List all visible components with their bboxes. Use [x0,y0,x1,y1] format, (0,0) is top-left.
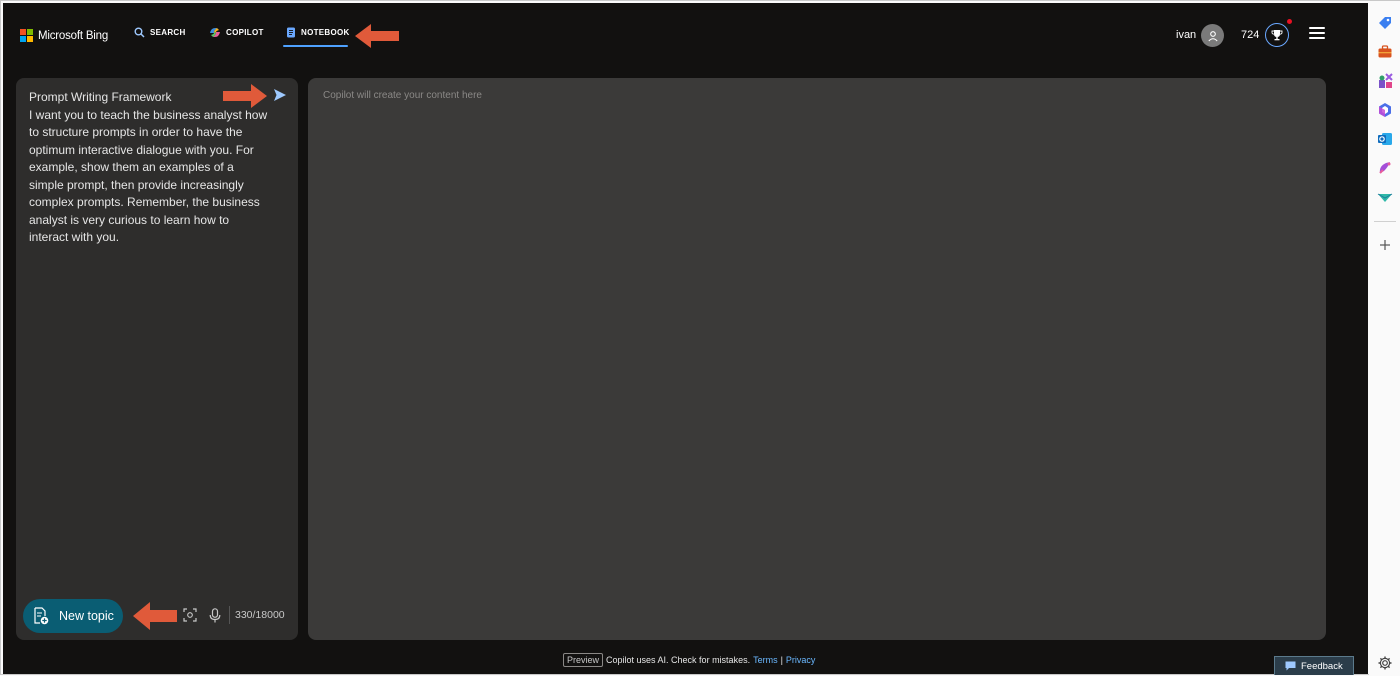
bing-app: Microsoft Bing SEARCH COPILOT NOTEBOOK i… [3,3,1368,675]
microsoft-logo-icon [20,29,33,42]
tab-search[interactable]: SEARCH [134,27,186,38]
preview-badge: Preview [563,653,604,667]
prompt-panel: Prompt Writing Framework I want you to t… [16,78,298,640]
settings-icon[interactable] [1377,655,1393,671]
footer: Preview Copilot uses AI. Check for mista… [563,653,815,667]
prompt-textarea[interactable]: Prompt Writing Framework I want you to t… [29,89,269,247]
hamburger-menu-button[interactable] [1309,27,1325,41]
annotation-arrow-notebook [355,24,399,48]
send-icon[interactable] [272,87,288,103]
footer-separator: | [780,655,783,665]
rewards-points[interactable]: 724 [1241,29,1259,41]
brand-name: Microsoft Bing [38,29,109,42]
tab-search-label: SEARCH [150,28,186,37]
annotation-arrow-new-topic [133,602,177,630]
new-topic-button[interactable]: New topic [23,599,123,633]
microphone-icon[interactable] [209,608,221,623]
feedback-icon [1285,661,1296,671]
tag-icon[interactable] [1377,15,1393,31]
browser-sidebar [1369,1,1400,676]
send-drop-icon[interactable] [1377,189,1393,205]
new-topic-label: New topic [59,609,114,623]
tab-copilot-label: COPILOT [226,28,264,37]
feedback-button[interactable]: Feedback [1274,656,1354,675]
avatar[interactable] [1201,24,1224,47]
visual-search-icon[interactable] [183,608,197,622]
tab-notebook-label: NOTEBOOK [301,28,350,37]
trophy-icon [1271,30,1283,41]
designer-icon[interactable] [1377,160,1393,176]
counter-divider [229,606,230,624]
browser-frame: Microsoft Bing SEARCH COPILOT NOTEBOOK i… [0,0,1400,676]
notification-dot [1287,19,1292,24]
copilot-icon [210,28,220,37]
add-icon[interactable] [1377,237,1393,253]
bing-logo-link[interactable]: Microsoft Bing [20,29,108,42]
rewards-button[interactable] [1265,23,1289,47]
feedback-label: Feedback [1301,660,1343,672]
active-tab-indicator [283,45,348,47]
output-placeholder: Copilot will create your content here [323,90,482,101]
ai-disclaimer: Copilot uses AI. Check for mistakes. [606,655,751,665]
new-topic-icon [34,607,49,625]
games-icon[interactable] [1377,73,1393,89]
user-name[interactable]: ivan [1176,29,1196,41]
notebook-icon [287,27,295,38]
tab-notebook[interactable]: NOTEBOOK [286,27,350,38]
terms-link[interactable]: Terms [753,655,778,665]
m365-icon[interactable] [1377,102,1393,118]
sidebar-divider [1374,221,1396,222]
briefcase-icon[interactable] [1377,44,1393,60]
privacy-link[interactable]: Privacy [786,655,816,665]
outlook-icon[interactable] [1377,131,1393,147]
character-counter: 330/18000 [235,609,285,621]
tab-copilot[interactable]: COPILOT [209,27,264,38]
output-panel: Copilot will create your content here [308,78,1326,640]
user-icon [1207,30,1218,41]
search-icon [134,27,145,38]
annotation-arrow-send [223,84,267,108]
